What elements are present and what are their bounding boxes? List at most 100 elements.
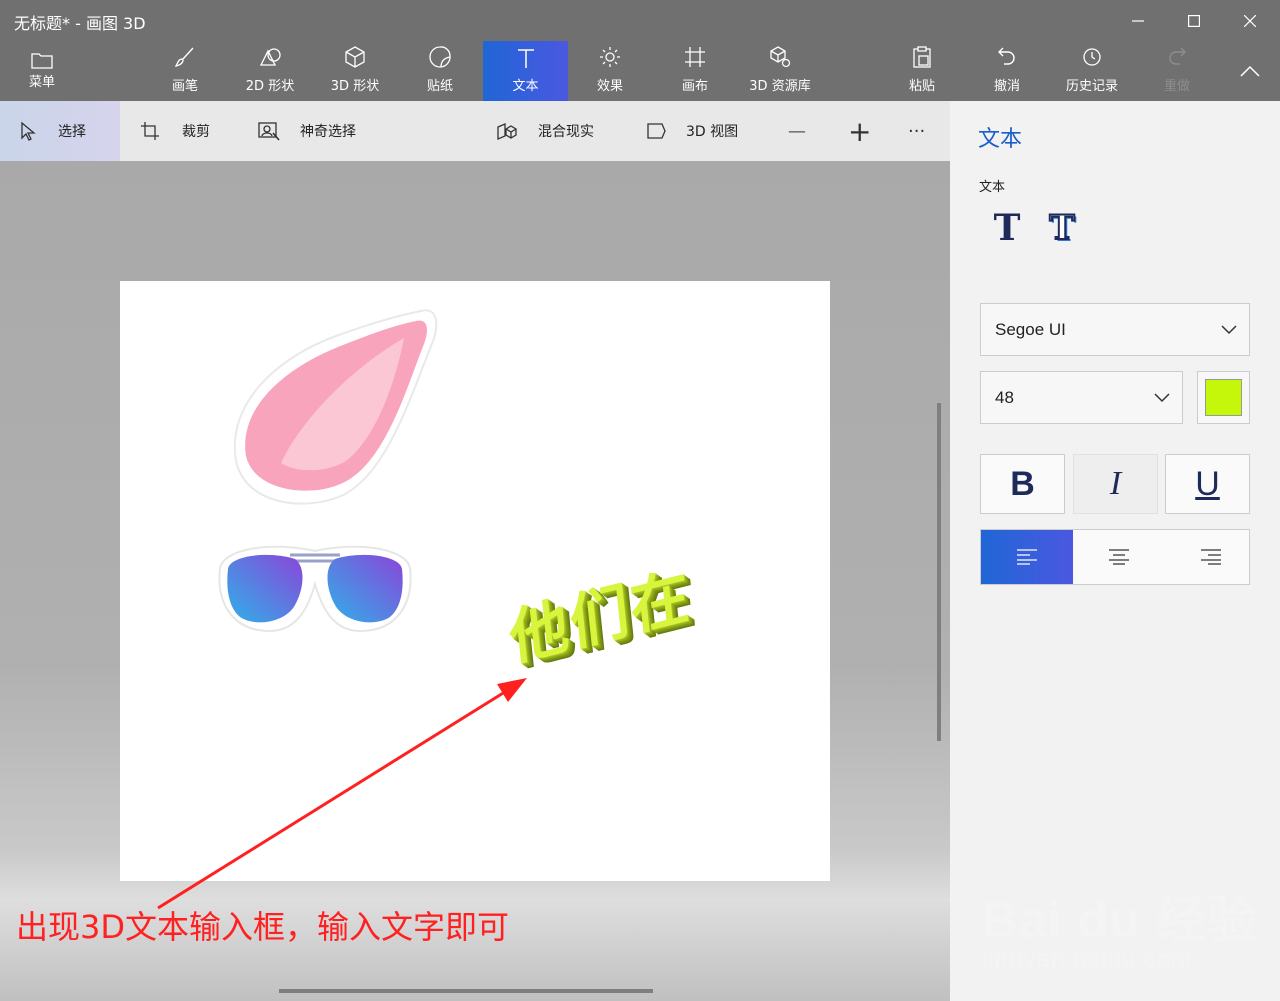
panel-title: 文本 [978, 127, 1023, 152]
title-bar: 无标题* - 画图 3D [0, 0, 1280, 41]
align-left-button[interactable] [981, 530, 1073, 584]
paste-button[interactable]: 粘贴 [880, 41, 964, 101]
text-icon [517, 49, 534, 68]
magic-select-label: 神奇选择 [300, 124, 356, 140]
zoom-out-icon: — [788, 120, 806, 142]
font-family-dropdown[interactable]: Segoe UI [980, 303, 1250, 356]
secondary-toolbar: 选择 裁剪 神奇选择 混合现实 3D 视图 — + ··· [0, 101, 950, 161]
canvas-icon [685, 47, 705, 67]
tab-3d-shapes[interactable]: 3D 形状 [313, 41, 397, 101]
undo-label: 撤消 [993, 79, 1020, 94]
tab-text[interactable]: 文本 [483, 41, 568, 101]
3d-view-button[interactable]: 3D 视图 [646, 101, 738, 161]
underline-button[interactable]: U [1165, 454, 1250, 514]
font-family-value: Segoe UI [995, 319, 1066, 339]
magic-select-icon [258, 122, 280, 141]
more-icon: ··· [908, 120, 926, 142]
redo-button[interactable]: 重做 [1135, 41, 1219, 101]
underline-icon: U [1195, 464, 1220, 503]
2d-text-button[interactable]: T [983, 205, 1031, 251]
text-section-label: 文本 [979, 180, 1006, 195]
undo-button[interactable]: 撤消 [965, 41, 1049, 101]
tab-effects[interactable]: 效果 [568, 41, 652, 101]
cube-icon [345, 46, 365, 68]
crop-tool[interactable]: 裁剪 [140, 101, 210, 161]
tab-text-label: 文本 [512, 79, 539, 94]
tab-brushes-label: 画笔 [171, 79, 198, 94]
align-center-button[interactable] [1073, 530, 1165, 584]
redo-icon [1169, 47, 1186, 65]
text-color-button[interactable] [1197, 371, 1250, 424]
mixed-reality-button[interactable]: 混合现实 [496, 101, 594, 161]
italic-icon: I [1109, 465, 1122, 502]
2d-shapes-icon [259, 48, 281, 66]
chevron-down-icon [1154, 392, 1170, 402]
paste-label: 粘贴 [908, 79, 935, 94]
undo-icon [998, 47, 1015, 65]
3d-text-button[interactable]: T [1038, 205, 1086, 251]
magic-select-tool[interactable]: 神奇选择 [258, 101, 356, 161]
minimize-button[interactable] [1110, 0, 1166, 41]
minimize-icon [1132, 19, 1144, 22]
tab-2d-shapes[interactable]: 2D 形状 [228, 41, 312, 101]
align-left-icon [1017, 549, 1037, 565]
select-tool[interactable]: 选择 [0, 101, 120, 161]
chevron-up-icon [1240, 65, 1260, 77]
3d-view-icon [647, 123, 666, 139]
history-button[interactable]: 历史记录 [1050, 41, 1134, 101]
vertical-scrollbar[interactable] [937, 403, 941, 741]
history-icon [1083, 48, 1101, 66]
2d-text-icon: T [993, 207, 1021, 249]
watermark-brand: Bai du 经验 [982, 892, 1258, 948]
baidu-watermark: Bai du 经验 jingyan.baidu.com [982, 880, 1258, 974]
menu-label: 菜单 [28, 75, 55, 90]
mixed-reality-label: 混合现实 [538, 124, 594, 140]
italic-button[interactable]: I [1073, 454, 1158, 514]
font-size-dropdown[interactable]: 48 [980, 371, 1183, 424]
font-size-value: 48 [995, 387, 1014, 407]
menu-button[interactable]: 菜单 [0, 41, 84, 101]
align-right-button[interactable] [1165, 530, 1257, 584]
tab-stickers-label: 贴纸 [426, 79, 453, 94]
tab-canvas[interactable]: 画布 [653, 41, 737, 101]
maximize-button[interactable] [1166, 0, 1222, 41]
horizontal-scrollbar[interactable] [279, 989, 653, 993]
zoom-out-button[interactable]: — [788, 101, 806, 161]
tab-3d-shapes-label: 3D 形状 [330, 79, 380, 94]
3d-library-icon [770, 46, 791, 68]
zoom-in-button[interactable]: + [848, 101, 871, 161]
brush-icon [174, 47, 194, 67]
close-button[interactable] [1222, 0, 1278, 41]
folder-icon [31, 53, 53, 69]
3d-text-icon: T [1048, 207, 1075, 249]
sun-icon [600, 47, 620, 67]
tab-brushes[interactable]: 画笔 [143, 41, 227, 101]
ribbon: 菜单 画笔 2D 形状 3D 形状 贴纸 文本 效果 画布 3D 资源库 粘贴 … [0, 41, 1280, 101]
tab-stickers[interactable]: 贴纸 [398, 41, 482, 101]
tab-canvas-label: 画布 [681, 79, 708, 94]
tab-2d-shapes-label: 2D 形状 [245, 79, 295, 94]
window-title: 无标题* - 画图 3D [14, 14, 146, 33]
3d-view-label: 3D 视图 [686, 124, 739, 140]
text-color-swatch [1205, 379, 1242, 416]
annotation-text: 出现3D文本输入框，输入文字即可 [16, 908, 510, 946]
bold-button[interactable]: B [980, 454, 1065, 514]
history-label: 历史记录 [1065, 79, 1118, 94]
petal-sticker[interactable] [226, 301, 446, 511]
more-options-button[interactable]: ··· [908, 101, 925, 161]
cursor-icon [21, 121, 36, 141]
sticker-icon [429, 46, 451, 68]
3d-text-object[interactable]: 他们在 [505, 546, 695, 678]
select-label: 选择 [58, 124, 86, 140]
drawing-canvas[interactable]: 他们在 [120, 281, 830, 881]
text-properties-panel: 文本 文本 T T Segoe UI 48 B I U [950, 101, 1280, 1001]
chevron-down-icon [1221, 324, 1237, 334]
collapse-ribbon-button[interactable] [1222, 41, 1278, 101]
bold-icon: B [1010, 464, 1035, 503]
tab-effects-label: 效果 [596, 79, 623, 94]
maximize-icon [1188, 14, 1200, 27]
zoom-in-icon: + [848, 114, 872, 148]
sunglasses-sticker[interactable] [210, 539, 420, 639]
tab-3d-library[interactable]: 3D 资源库 [738, 41, 822, 101]
align-right-icon [1201, 549, 1221, 565]
